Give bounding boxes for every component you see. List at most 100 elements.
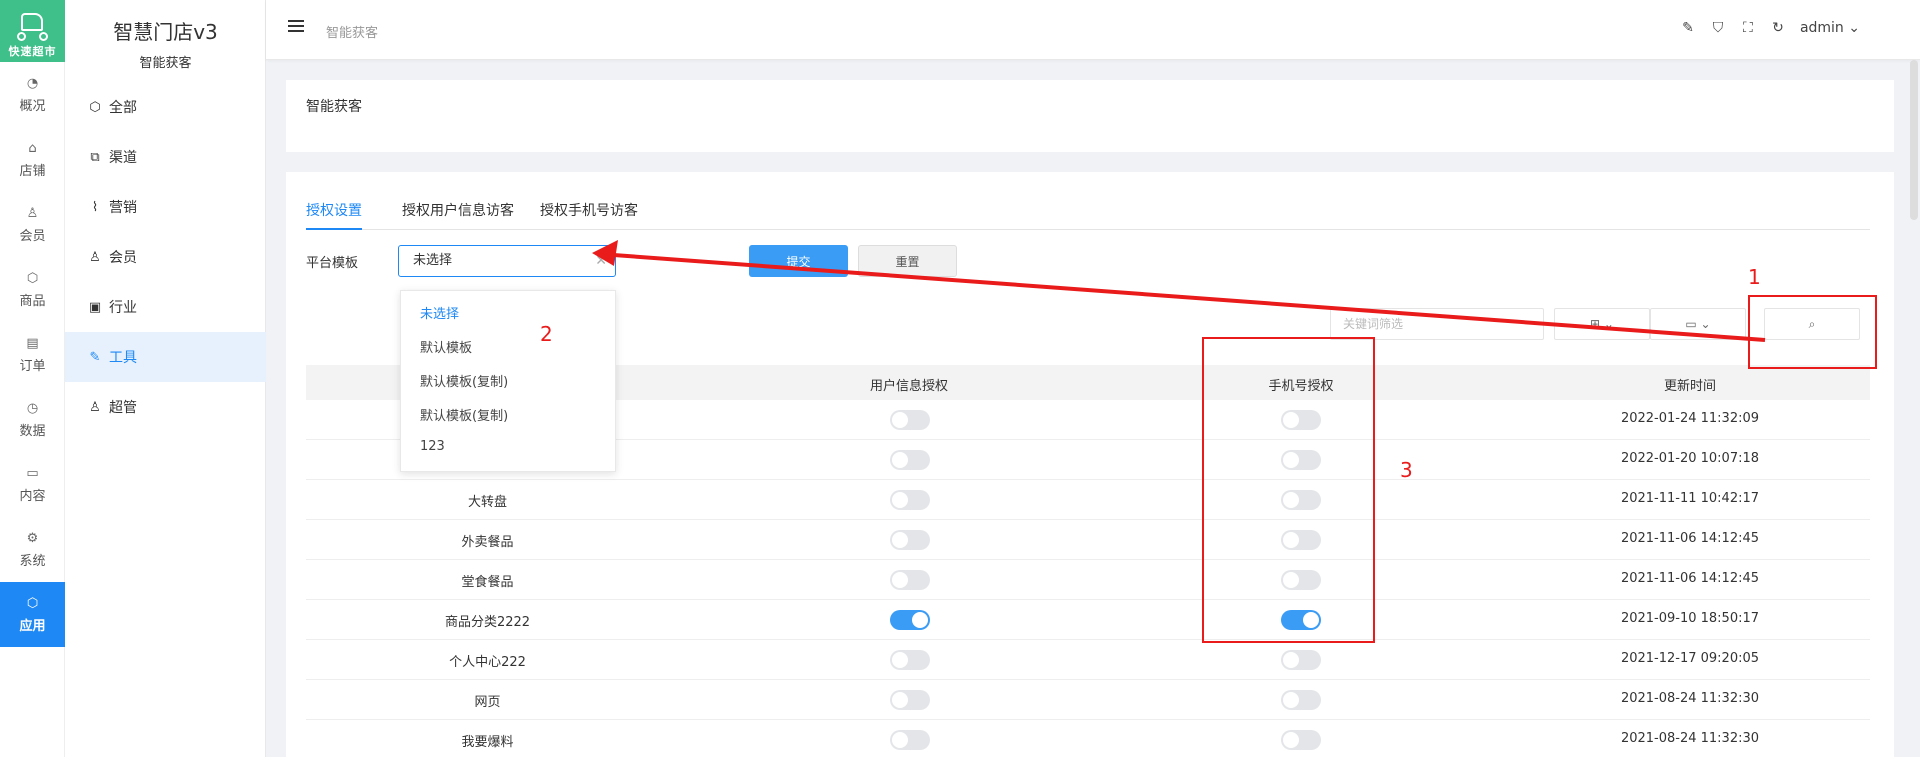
chevron-down-icon: ⌄ [1700,317,1711,331]
tab-user-info-visitors[interactable]: 授权用户信息访客 [402,200,514,230]
dropdown-option[interactable]: 默认模板(复制) [420,405,508,424]
sidebar-item-1[interactable]: ⧉ 渠道 [65,132,266,182]
table-row: 外卖餐品 2021-11-06 14:12:45 [306,520,1870,560]
page-title: 智能获客 [306,99,362,115]
phone-auth-toggle[interactable] [1281,650,1321,670]
template-dropdown: 未选择默认模板默认模板(复制) 默认模板(复制) 123 [400,290,616,472]
rail-item-4[interactable]: ▤ 订单 [0,322,65,387]
row-updated-time: 2021-11-06 14:12:45 [1620,531,1760,546]
user-auth-toggle[interactable] [890,690,930,710]
brand-subtitle: 智能获客 [139,56,192,71]
rail-item-6[interactable]: ▭ 内容 [0,452,65,517]
tab-phone-visitors[interactable]: 授权手机号访客 [540,200,638,230]
user-auth-toggle[interactable] [890,610,930,630]
row-updated-time: 2021-08-24 11:32:30 [1620,731,1760,746]
fullscreen-icon[interactable]: ⛶ [1740,20,1756,36]
tab-auth-settings[interactable]: 授权设置 [306,200,362,230]
table-row: 网页 2021-08-24 11:32:30 [306,680,1870,720]
rail-item-5[interactable]: ◷ 数据 [0,387,65,452]
clear-icon[interactable]: ✕ [595,246,607,276]
page-title-panel: 智能获客 [286,80,1894,152]
rail-item-0[interactable]: ◔ 概况 [0,62,65,127]
rail-item-label: 会员 [19,228,46,244]
rail-item-label: 系统 [19,553,46,569]
row-updated-time: 2021-12-17 09:20:05 [1620,651,1760,666]
annotation-box-3 [1202,337,1375,643]
sidebar-item-6[interactable]: ♙ 超管 [65,382,266,432]
breadcrumb[interactable]: 智能获客 [326,22,378,41]
grid-view-button[interactable]: ⊞ ⌄ [1554,308,1650,340]
rail-item-1[interactable]: ⌂ 店铺 [0,127,65,192]
rail-item-label: 概况 [19,98,46,114]
gear-icon: ⚙ [26,530,39,546]
sidebar-item-5[interactable]: ✎ 工具 [65,332,266,382]
chevron-down-icon: ⌄ [1848,20,1860,36]
gauge-icon: ◔ [26,75,39,91]
folder-icon: ▭ [1685,317,1697,331]
icon-rail: 快速超市 ◔ 概况 ⌂ 店铺 ♙ 会员 ⬡ 商品 ▤ 订单 ◷ 数据 ▭ 内容 ⚙ 系统 ⬡ 应用 [0,0,65,757]
table-row: 我要爆料 2021-08-24 11:32:30 [306,720,1870,757]
logo-text: 快速超市 [8,45,57,58]
sidebar-item-4[interactable]: ▣ 行业 [65,282,266,332]
rail-item-label: 店铺 [19,163,46,179]
rail-item-3[interactable]: ⬡ 商品 [0,257,65,322]
platform-template-select[interactable]: 未选择 ✕ [398,245,616,277]
user-auth-toggle[interactable] [890,410,930,430]
rail-item-8[interactable]: ⬡ 应用 [0,582,65,647]
dropdown-option[interactable]: 默认模板(复制) [420,371,508,390]
sidebar-item-0[interactable]: ⬡ 全部 [65,82,266,132]
rail-item-label: 数据 [19,423,46,439]
refresh-icon[interactable]: ↻ [1770,20,1786,36]
row-updated-time: 2022-01-24 11:32:09 [1620,411,1760,426]
secondary-sidebar: 智慧门店v3 智能获客 ⬡ 全部 ⧉ 渠道 ⌇ 营销 ♙ 会员 ▣ 行业 ✎ 工具 ♙ 超管 [65,0,266,757]
menu-toggle-icon[interactable] [288,20,304,36]
dropdown-option[interactable]: 123 [420,439,445,454]
dropdown-option[interactable]: 未选择 [420,303,459,322]
sidebar-item-label: 超管 [109,400,137,416]
user-auth-toggle[interactable] [890,570,930,590]
store-icon: ⌂ [28,140,37,156]
row-name: 商品分类2222 [444,615,531,630]
user-auth-toggle[interactable] [890,730,930,750]
sidebar-item-3[interactable]: ♙ 会员 [65,232,266,282]
phone-auth-toggle[interactable] [1281,690,1321,710]
row-name: 网页 [474,695,501,710]
phone-auth-toggle[interactable] [1281,730,1321,750]
brand-title: 智慧门店v3 [113,20,218,44]
table-row: 大转盘 2021-11-11 10:42:17 [306,480,1870,520]
wrench-icon: ✎ [89,349,101,365]
sidebar-item-label: 营销 [109,200,137,216]
dropdown-option[interactable]: 默认模板 [420,337,472,356]
user-auth-toggle[interactable] [890,490,930,510]
page-scrollbar[interactable] [1910,60,1918,220]
select-value: 未选择 [413,253,453,268]
brush-icon[interactable]: ✎ [1680,20,1696,36]
row-name: 我要爆料 [461,735,514,750]
rail-item-2[interactable]: ♙ 会员 [0,192,65,257]
reset-button[interactable]: 重置 [858,245,957,277]
cube-icon: ⬡ [26,270,39,286]
keyword-filter-input[interactable]: 关键词筛选 [1330,308,1544,340]
user-icon: ♙ [26,205,39,221]
sidebar-item-label: 行业 [109,300,137,316]
folder-button[interactable]: ▭ ⌄ [1650,308,1746,340]
rail-item-label: 内容 [19,488,46,504]
table-row: 商品分类2222 2021-09-10 18:50:17 [306,600,1870,640]
sidebar-item-label: 工具 [109,350,137,366]
user-auth-toggle[interactable] [890,450,930,470]
user-auth-toggle[interactable] [890,650,930,670]
shirt-icon[interactable]: ⛉ [1710,20,1726,36]
user-auth-toggle[interactable] [890,530,930,550]
submit-button[interactable]: 提交 [749,245,848,277]
row-name: 大转盘 [467,495,507,510]
member-icon: ♙ [89,249,101,265]
rail-item-label: 商品 [19,293,46,309]
app-icon: ⬡ [26,595,39,611]
app-logo[interactable]: 快速超市 [0,0,65,62]
scooter-logo-icon [13,7,53,43]
rail-item-label: 订单 [19,358,46,374]
rail-item-7[interactable]: ⚙ 系统 [0,517,65,582]
user-menu[interactable]: admin ⌄ [1800,20,1860,36]
sidebar-item-2[interactable]: ⌇ 营销 [65,182,266,232]
sidebar-item-label: 会员 [109,250,137,266]
